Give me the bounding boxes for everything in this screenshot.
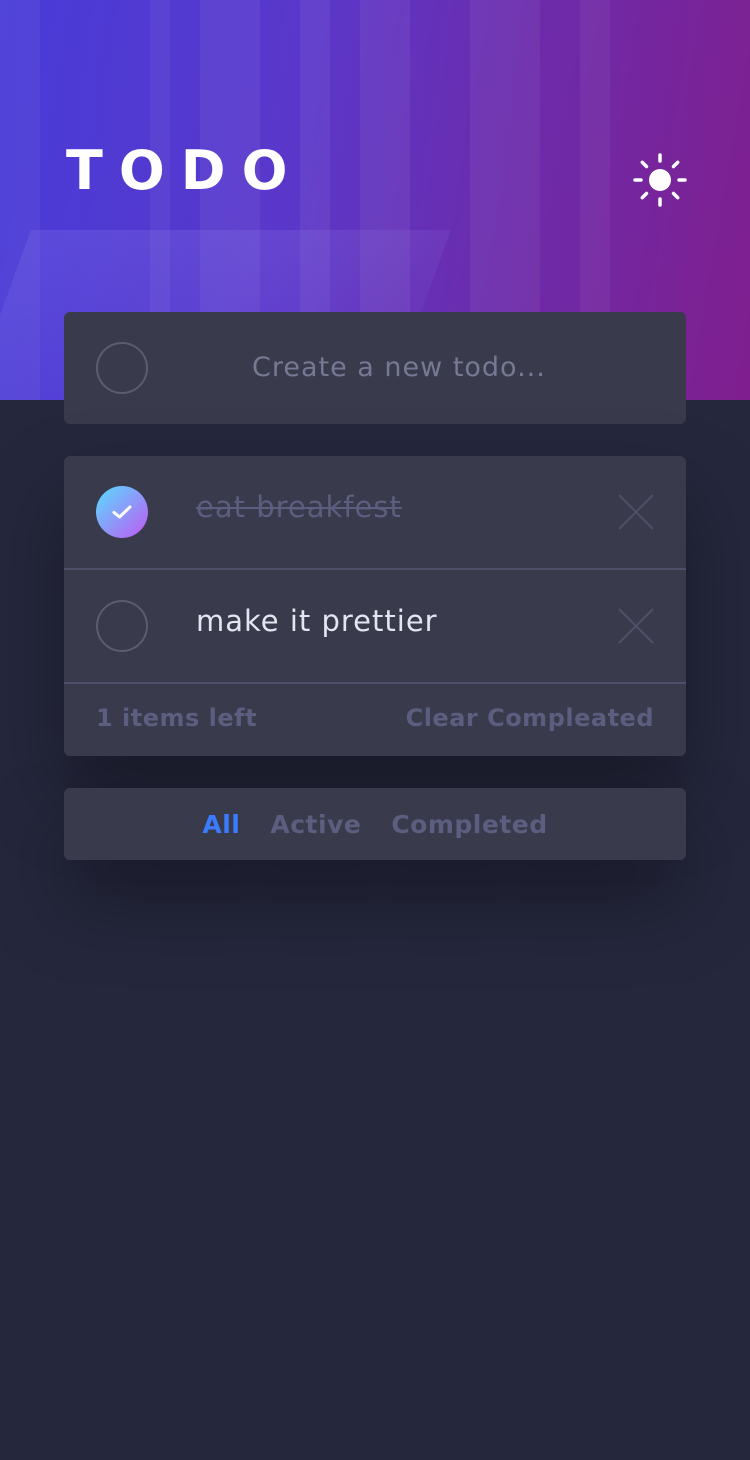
close-icon xyxy=(618,608,654,644)
filter-active[interactable]: Active xyxy=(270,810,361,839)
sun-icon xyxy=(633,153,687,207)
todo-item: make it prettier xyxy=(64,570,686,684)
filter-all[interactable]: All xyxy=(202,810,240,839)
todo-item: eat breakfest xyxy=(64,456,686,570)
new-todo-card xyxy=(64,312,686,424)
todo-text: make it prettier xyxy=(196,604,438,638)
clear-completed-button[interactable]: Clear Compleated xyxy=(406,704,654,732)
delete-todo-button[interactable] xyxy=(616,492,656,532)
todo-text: eat breakfest xyxy=(196,490,402,524)
new-todo-input[interactable] xyxy=(252,342,652,392)
check-icon xyxy=(112,505,132,519)
filter-completed[interactable]: Completed xyxy=(391,810,547,839)
delete-todo-button[interactable] xyxy=(616,606,656,646)
todo-checkbox-checked[interactable] xyxy=(96,486,148,538)
new-todo-checkbox[interactable] xyxy=(96,342,148,394)
todo-list: eat breakfest make it prettier 1 items l… xyxy=(64,456,686,756)
app-title: TODO xyxy=(66,139,304,202)
items-left-count: 1 items left xyxy=(96,704,258,732)
todo-checkbox[interactable] xyxy=(96,600,148,652)
close-icon xyxy=(618,494,654,530)
filter-bar: All Active Completed xyxy=(64,788,686,860)
list-footer: 1 items left Clear Compleated xyxy=(64,684,686,756)
theme-toggle-button[interactable] xyxy=(632,152,688,208)
